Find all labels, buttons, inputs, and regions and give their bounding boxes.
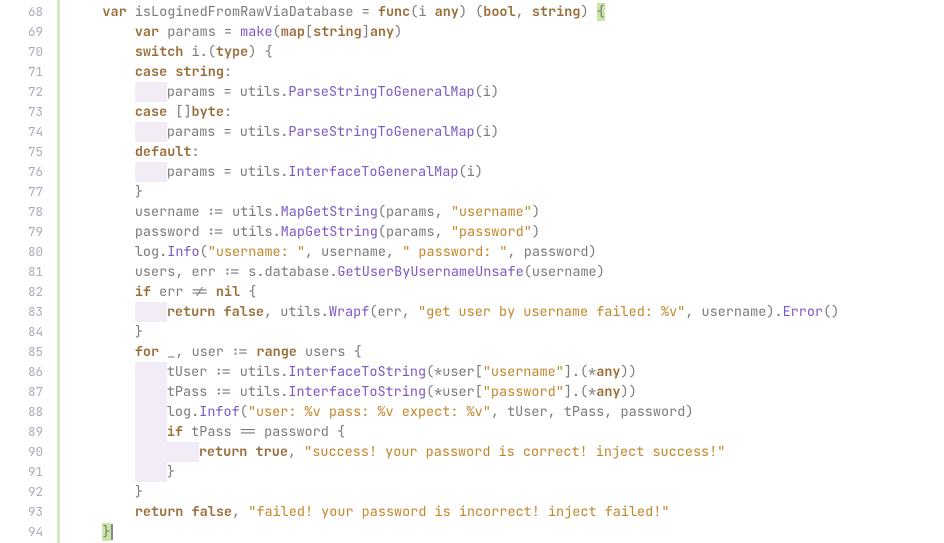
code-line[interactable]: return false, utils.Wrapf(err, "get user… — [70, 302, 944, 322]
line-number: 71 — [0, 62, 43, 82]
code-line[interactable]: return true, "success! your password is … — [70, 442, 944, 462]
line-number: 93 — [0, 502, 43, 522]
code-line[interactable]: log.Info("username: ", username, " passw… — [70, 242, 944, 262]
line-number: 81 — [0, 262, 43, 282]
line-number: 86 — [0, 362, 43, 382]
code-line[interactable]: } — [70, 482, 944, 502]
line-number: 94 — [0, 522, 43, 542]
line-number: 75 — [0, 142, 43, 162]
text-cursor — [111, 524, 113, 540]
code-line[interactable]: default: — [70, 142, 944, 162]
line-number: 70 — [0, 42, 43, 62]
code-line[interactable]: if err != nil { — [70, 282, 944, 302]
code-line[interactable]: var params = make(map[string]any) — [70, 22, 944, 42]
line-number: 91 — [0, 462, 43, 482]
code-line[interactable]: params = utils.InterfaceToGeneralMap(i) — [70, 162, 944, 182]
code-line[interactable]: tPass := utils.InterfaceToString(*user["… — [70, 382, 944, 402]
line-number: 89 — [0, 422, 43, 442]
line-number: 79 — [0, 222, 43, 242]
code-line[interactable]: } — [70, 462, 944, 482]
line-number: 88 — [0, 402, 43, 422]
line-number: 90 — [0, 442, 43, 462]
code-line[interactable]: return false, "failed! your password is … — [70, 502, 944, 522]
code-line[interactable]: if tPass == password { — [70, 422, 944, 442]
line-number: 69 — [0, 22, 43, 42]
line-number: 92 — [0, 482, 43, 502]
line-number: 68 — [0, 2, 43, 22]
code-line[interactable]: var isLoginedFromRawViaDatabase = func(i… — [70, 2, 944, 22]
line-number: 72 — [0, 82, 43, 102]
code-line[interactable]: } — [70, 522, 944, 542]
code-line[interactable]: case []byte: — [70, 102, 944, 122]
line-number-gutter: 6869707172737475767778798081828384858687… — [0, 0, 60, 543]
code-line[interactable]: switch i.(type) { — [70, 42, 944, 62]
code-line[interactable]: } — [70, 182, 944, 202]
line-number: 78 — [0, 202, 43, 222]
line-number: 77 — [0, 182, 43, 202]
line-number: 73 — [0, 102, 43, 122]
line-number: 76 — [0, 162, 43, 182]
code-line[interactable]: params = utils.ParseStringToGeneralMap(i… — [70, 82, 944, 102]
code-line[interactable]: password := utils.MapGetString(params, "… — [70, 222, 944, 242]
line-number: 87 — [0, 382, 43, 402]
code-line[interactable]: } — [70, 322, 944, 342]
code-area[interactable]: var isLoginedFromRawViaDatabase = func(i… — [60, 0, 944, 543]
code-line[interactable]: tUser := utils.InterfaceToString(*user["… — [70, 362, 944, 382]
code-line[interactable]: log.Infof("user: %v pass: %v expect: %v"… — [70, 402, 944, 422]
code-line[interactable]: params = utils.ParseStringToGeneralMap(i… — [70, 122, 944, 142]
code-line[interactable]: case string: — [70, 62, 944, 82]
code-editor[interactable]: 6869707172737475767778798081828384858687… — [0, 0, 944, 543]
line-number: 82 — [0, 282, 43, 302]
code-line[interactable]: username := utils.MapGetString(params, "… — [70, 202, 944, 222]
line-number: 80 — [0, 242, 43, 262]
line-number: 83 — [0, 302, 43, 322]
code-line[interactable]: users, err := s.database.GetUserByUserna… — [70, 262, 944, 282]
line-number: 84 — [0, 322, 43, 342]
code-line[interactable]: for _, user := range users { — [70, 342, 944, 362]
line-number: 74 — [0, 122, 43, 142]
line-number: 85 — [0, 342, 43, 362]
